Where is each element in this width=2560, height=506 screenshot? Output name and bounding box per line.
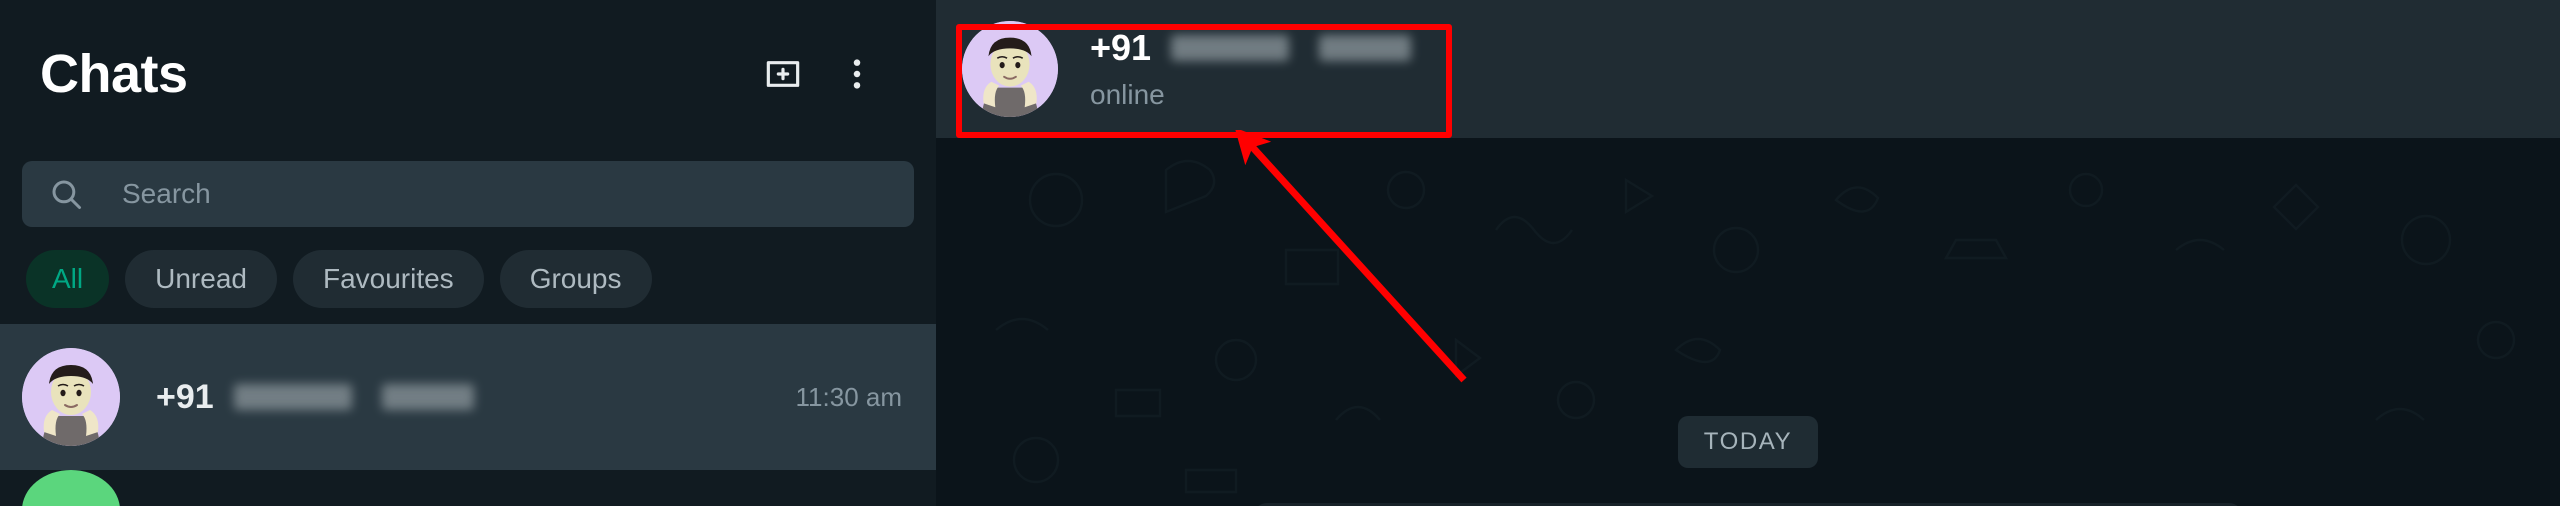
status-badge: online xyxy=(1090,79,1165,110)
redacted-name-block xyxy=(1171,35,1290,61)
three-dots-vertical-icon xyxy=(837,54,877,94)
chat-list-item-content: +91 xyxy=(120,378,796,417)
square-plus-icon xyxy=(763,54,803,94)
chat-list-item[interactable]: +91 11:30 am xyxy=(0,324,936,470)
redacted-name-block xyxy=(381,384,474,410)
search-area: Search xyxy=(0,148,936,240)
search-icon xyxy=(40,176,92,212)
conversation-panel: +91 online TODAY Messages a xyxy=(936,0,2560,506)
search-placeholder: Search xyxy=(122,178,211,209)
chat-list-item-name-line: +91 xyxy=(156,378,796,417)
filter-chip-all[interactable]: All xyxy=(26,250,110,308)
filter-chip-row: All Unread Favourites Groups xyxy=(0,240,936,324)
chat-timestamp: 11:30 am xyxy=(795,381,902,412)
conversation-header-text: +91 online xyxy=(1058,27,1412,111)
day-divider-label: TODAY xyxy=(1677,416,1819,468)
messages-area: TODAY Messages are end-to-end encrypted.… xyxy=(936,138,2560,506)
new-chat-button[interactable] xyxy=(746,37,820,111)
conversation-title-line: +91 xyxy=(1090,27,1412,69)
filter-chip-groups[interactable]: Groups xyxy=(499,250,652,308)
avatar[interactable] xyxy=(962,21,1058,117)
whatsapp-window: Chats Search All Unread Favourites Group… xyxy=(0,0,2560,506)
contact-name: +91 xyxy=(1090,27,1152,68)
sidebar-header: Chats xyxy=(0,0,936,148)
chat-list-item-partial[interactable] xyxy=(0,470,936,506)
filter-chip-favourites[interactable]: Favourites xyxy=(292,250,484,308)
chat-list: +91 11:30 am xyxy=(0,324,936,506)
avatar xyxy=(22,470,120,506)
avatar xyxy=(22,348,120,446)
day-divider: TODAY xyxy=(936,416,2560,468)
redacted-name-block xyxy=(233,384,352,410)
contact-name: +91 xyxy=(156,377,214,416)
sidebar-menu-button[interactable] xyxy=(820,37,894,111)
conversation-header[interactable]: +91 online xyxy=(936,0,2560,138)
redacted-name-block xyxy=(1319,35,1412,61)
search-input[interactable]: Search xyxy=(22,161,914,227)
page-title: Chats xyxy=(40,44,188,104)
chats-sidebar: Chats Search All Unread Favourites Group… xyxy=(0,0,936,506)
filter-chip-unread[interactable]: Unread xyxy=(125,250,277,308)
